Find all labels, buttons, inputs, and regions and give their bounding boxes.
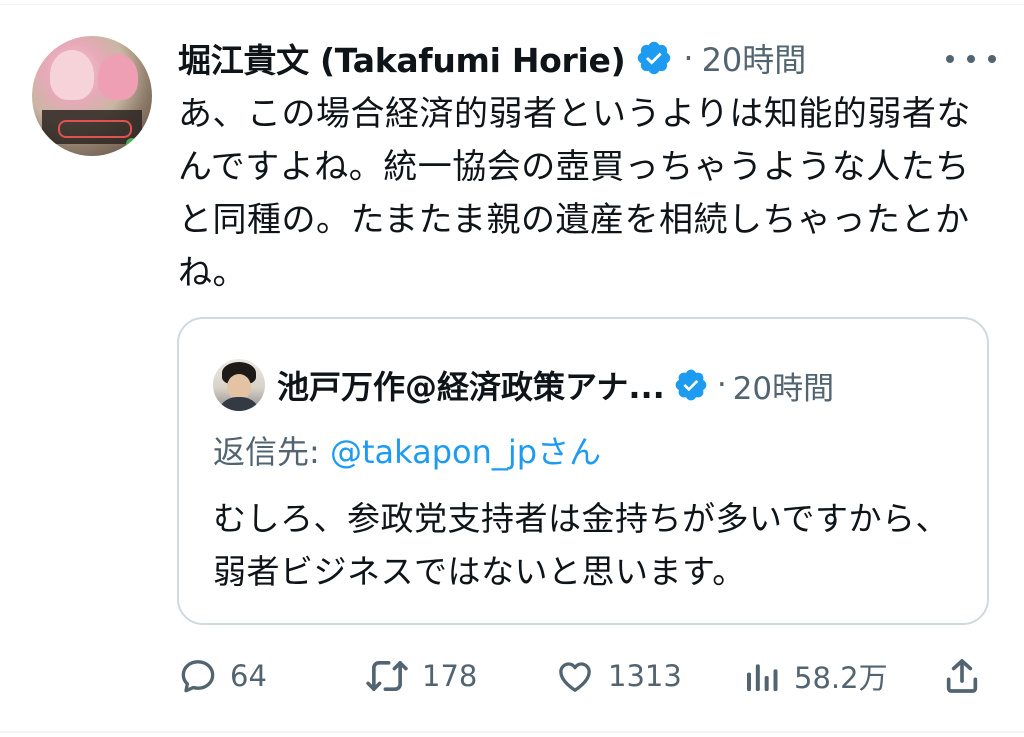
reply-to-line: 返信先: @takapon_jpさん: [213, 427, 601, 473]
views-button[interactable]: 58.2万: [742, 648, 888, 704]
verified-badge-icon: [635, 39, 673, 77]
retweet-count: 178: [422, 659, 478, 693]
share-icon: [942, 656, 982, 696]
retweet-button[interactable]: 178: [364, 648, 477, 704]
author-name[interactable]: 堀江貴文 (Takafumi Horie): [178, 34, 626, 82]
top-divider: [0, 4, 1024, 5]
quote-author-name[interactable]: 池戸万作@経済政策アナ...: [277, 362, 665, 408]
reply-prefix: 返信先:: [213, 433, 330, 471]
reply-button[interactable]: 64: [178, 648, 267, 704]
quote-header: 池戸万作@経済政策アナ... · 20時間: [277, 357, 834, 413]
tweet-time[interactable]: 20時間: [702, 35, 807, 81]
quoted-tweet-card[interactable]: 池戸万作@経済政策アナ... · 20時間 返信先: @takapon_jpさん…: [177, 317, 989, 625]
retweet-icon: [364, 656, 410, 696]
verified-badge-icon: [673, 367, 709, 403]
quote-time[interactable]: 20時間: [733, 363, 834, 408]
reply-handle-link[interactable]: @takapon_jp: [330, 433, 537, 471]
like-button[interactable]: 1313: [554, 648, 682, 704]
author-avatar[interactable]: [32, 36, 152, 156]
action-bar: 64 178 1313 58.2万: [178, 648, 996, 704]
tweet-header: 堀江貴文 (Takafumi Horie) · 20時間: [178, 30, 806, 86]
views-bar-icon: [742, 656, 782, 696]
reply-suffix: さん: [537, 433, 602, 471]
bottom-divider: [0, 731, 1024, 733]
tweet-text: あ、この場合経済的弱者というよりは知能的弱者なんですよね。統一協会の壺買っちゃう…: [178, 94, 971, 293]
heart-icon: [554, 656, 596, 696]
quote-author-avatar[interactable]: [213, 359, 265, 411]
share-button[interactable]: [942, 648, 982, 704]
reply-icon: [178, 656, 218, 696]
like-count: 1313: [608, 659, 682, 693]
views-count: 58.2万: [794, 661, 888, 695]
more-dots-icon[interactable]: [946, 46, 996, 72]
quote-text: むしろ、参政党支持者は金持ちが多いですから、弱者ビジネスではないと思います。: [213, 499, 950, 591]
reply-count: 64: [230, 659, 267, 693]
separator-dot: ·: [716, 367, 727, 403]
separator-dot: ·: [683, 39, 694, 77]
